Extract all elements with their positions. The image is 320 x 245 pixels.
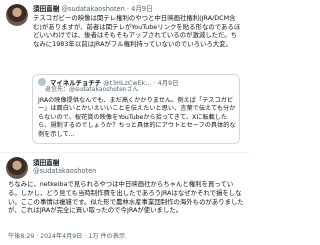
tweet-body: テスコガビーの映像は関テレ権利のやつと中日映画社権利(JRA/DCM含む)があり… [33,14,241,48]
quote-separator: · [153,79,156,87]
tweet-date[interactable]: 4月9日 [131,5,153,13]
tweet-timestamp[interactable]: 午後8:29 · 2024年4月9日 · 1万 件の表示 [8,231,125,240]
display-name[interactable]: 須田直樹 [33,159,96,167]
divider [0,152,250,153]
quote-card[interactable]: マイネルチョチチ @t3HLzCwEk... · 4月9日 返信先：@sudat… [32,74,240,144]
display-name[interactable]: 須田直樹 [33,5,59,13]
tweet-header: 須田直樹 @sudatakaoshoten · 4月9日 [33,5,153,13]
user-handle[interactable]: @sudatakaoshoten [33,167,96,175]
quote-date: 4月9日 [157,79,179,87]
avatar[interactable] [6,4,28,26]
user-handle[interactable]: @sudatakaoshoten [61,5,124,13]
tweet-body: ちなみに、netkeibaで見られるやつは中日映画社からちゃんと権利を買っている… [8,180,244,215]
quote-body: JRAの映像提供なんでも、まだ高くかかりません。例えば「テスコガビー」は面白いと… [38,97,236,138]
avatar[interactable] [6,157,28,179]
separator: · [126,5,130,13]
quote-avatar [38,78,46,86]
reply-to-label: 返信先：@sudatakaoshotenさん [45,86,139,93]
tweet-header: 須田直樹 @sudatakaoshoten [33,159,96,175]
